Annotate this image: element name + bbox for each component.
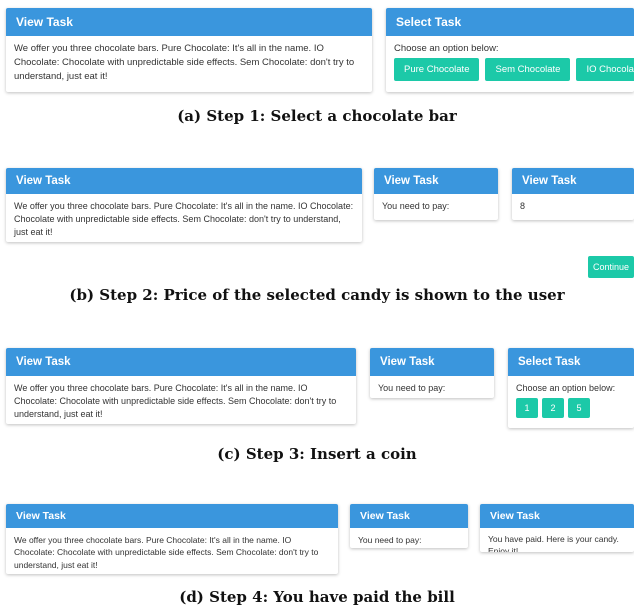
step1-select-prompt: Choose an option below: bbox=[394, 43, 499, 54]
step3-pay-header: View Task bbox=[370, 348, 494, 376]
step2-pay-text: You need to pay: bbox=[382, 201, 450, 211]
step3-view-task-card: View Task We offer you three chocolate b… bbox=[6, 348, 356, 424]
step2-caption: (b) Step 2: Price of the selected candy … bbox=[69, 286, 565, 304]
step1-view-task-header: View Task bbox=[6, 8, 372, 36]
coin-1-button[interactable]: 1 bbox=[516, 398, 538, 419]
step4-paid-text: You have paid. Here is your candy. Enjoy… bbox=[488, 534, 619, 552]
step4-pay-text: You need to pay: bbox=[358, 535, 422, 545]
step3-select-task-header: Select Task bbox=[508, 348, 634, 376]
step2-price-card: View Task 8 bbox=[512, 168, 634, 220]
step1-options: Pure Chocolate Sem Chocolate IO Chocolat… bbox=[386, 57, 634, 81]
step4-caption: (d) Step 4: You have paid the bill bbox=[179, 588, 455, 606]
option-io-chocolate-button[interactable]: IO Chocolate bbox=[576, 57, 634, 81]
step2-price-value: 8 bbox=[520, 201, 526, 211]
step1-select-task-card: Select Task Choose an option below: Pure… bbox=[386, 8, 634, 92]
step1-select-task-header: Select Task bbox=[386, 8, 634, 36]
step4-view-task-card: View Task We offer you three chocolate b… bbox=[6, 504, 338, 574]
step3-view-task-text: We offer you three chocolate bars. Pure … bbox=[14, 383, 337, 420]
step1-view-task-text: We offer you three chocolate bars. Pure … bbox=[14, 43, 355, 82]
step3-pay-text: You need to pay: bbox=[378, 383, 446, 393]
coin-2-button[interactable]: 2 bbox=[542, 398, 564, 419]
step3-select-task-card: Select Task Choose an option below: 1 2 … bbox=[508, 348, 634, 428]
step4-pay-header: View Task bbox=[350, 504, 468, 528]
step2-pay-card: View Task You need to pay: bbox=[374, 168, 498, 220]
step4-paid-header: View Task bbox=[480, 504, 634, 528]
step2-view-task-text: We offer you three chocolate bars. Pure … bbox=[14, 201, 354, 238]
step3-select-prompt: Choose an option below: bbox=[516, 383, 616, 393]
step1-view-task-card: View Task We offer you three chocolate b… bbox=[6, 8, 372, 92]
coin-5-button[interactable]: 5 bbox=[568, 398, 590, 419]
step4-paid-card: View Task You have paid. Here is your ca… bbox=[480, 504, 634, 552]
step2-view-task-header: View Task bbox=[6, 168, 362, 194]
step3-view-task-header: View Task bbox=[6, 348, 356, 376]
continue-button[interactable]: Continue bbox=[588, 256, 634, 278]
step4-view-task-text: We offer you three chocolate bars. Pure … bbox=[14, 535, 319, 570]
step2-pay-header: View Task bbox=[374, 168, 498, 194]
option-pure-chocolate-button[interactable]: Pure Chocolate bbox=[394, 57, 480, 81]
step1-caption: (a) Step 1: Select a chocolate bar bbox=[177, 107, 457, 125]
step4-view-task-header: View Task bbox=[6, 504, 338, 528]
step3-options: 1 2 5 bbox=[508, 398, 634, 419]
step2-view-task-card: View Task We offer you three chocolate b… bbox=[6, 168, 362, 242]
step3-pay-card: View Task You need to pay: bbox=[370, 348, 494, 398]
step2-price-header: View Task bbox=[512, 168, 634, 194]
option-sem-chocolate-button[interactable]: Sem Chocolate bbox=[485, 57, 571, 81]
step3-caption: (c) Step 3: Insert a coin bbox=[217, 445, 417, 463]
step4-pay-card: View Task You need to pay: bbox=[350, 504, 468, 548]
